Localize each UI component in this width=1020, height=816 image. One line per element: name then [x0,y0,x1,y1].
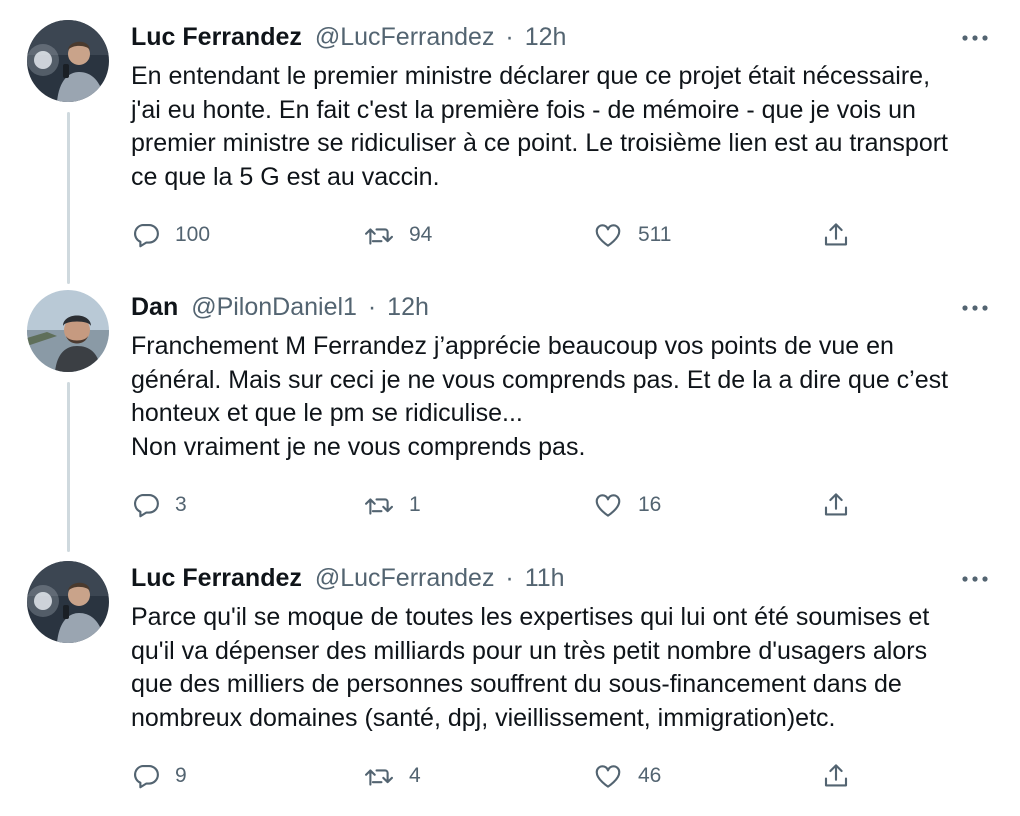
tweet-text-line: Non vraiment je ne vous comprends pas. [131,432,586,461]
tweet[interactable]: Luc Ferrandez @LucFerrandez · 11h Parce … [0,561,1020,801]
share-icon [820,220,852,250]
like-button[interactable]: 16 [592,485,661,525]
reply-icon [131,220,161,250]
tweet-text-line: premier ministre se ridiculiser à ce poi… [131,129,949,157]
like-count: 46 [638,764,662,787]
reply-icon [131,490,161,520]
retweet-icon [363,220,395,250]
tweet[interactable]: Dan @PilonDaniel1 · 12h Franchement M Fe… [0,290,1020,530]
tweet[interactable]: Luc Ferrandez @LucFerrandez · 12h En ent… [0,20,1020,260]
action-bar: 9 4 46 [131,756,871,796]
share-button[interactable] [820,215,852,255]
share-icon [820,761,852,791]
like-button[interactable]: 511 [592,215,671,255]
retweet-button[interactable]: 4 [363,756,421,796]
heart-icon [592,220,624,250]
share-icon [820,490,852,520]
share-button[interactable] [820,485,852,525]
tweet-text-line: que des milliers de personnes souffrent … [131,670,902,698]
avatar[interactable] [27,290,109,372]
tweet-text-line: honteux et que le pm se ridiculise... [131,399,523,427]
share-button[interactable] [820,756,852,796]
like-button[interactable]: 46 [592,756,661,796]
heart-icon [592,761,624,791]
handle[interactable]: @PilonDaniel1 [191,293,357,321]
tweet-text-line: Parce qu'il se moque de toutes les exper… [131,603,930,631]
tweet-header: Luc Ferrandez @LucFerrandez · 12h [131,22,566,52]
avatar[interactable] [27,20,109,102]
display-name[interactable]: Luc Ferrandez [131,23,302,51]
separator-dot: · [505,564,514,592]
tweet-header: Luc Ferrandez @LucFerrandez · 11h [131,563,565,593]
reply-icon [131,761,161,791]
reply-button[interactable]: 3 [131,485,187,525]
tweet-text-line: général. Mais sur ceci je ne vous compre… [131,365,949,394]
tweet-text-line: Franchement M Ferrandez j’apprécie beauc… [131,332,894,360]
like-count: 16 [638,493,662,516]
separator-dot: · [505,23,514,51]
retweet-icon [363,761,395,791]
tweet-text: Franchement M Ferrandez j’apprécie beauc… [131,330,1001,464]
tweet-text: En entendant le premier ministre déclare… [131,60,1001,194]
retweet-count: 4 [409,764,421,787]
tweet-text-line: En entendant le premier ministre déclare… [131,62,931,90]
tweet-text-line: ce que la 5 G est au vaccin. [131,162,440,191]
retweet-button[interactable]: 94 [363,215,432,255]
tweet-text-line: qu'il va dépenser des milliards pour un … [131,636,928,665]
tweet-text-line: nombreux domaines (santé, dpj, vieilliss… [131,703,836,732]
separator-dot: · [367,293,377,321]
timestamp[interactable]: 12h [387,293,429,321]
heart-icon [592,490,624,520]
more-icon[interactable] [958,569,992,589]
reply-count: 9 [175,764,187,787]
reply-button[interactable]: 9 [131,756,187,796]
handle[interactable]: @LucFerrandez [315,564,495,592]
retweet-icon [363,490,395,520]
retweet-count: 1 [409,493,421,516]
more-icon[interactable] [958,298,992,318]
action-bar: 3 1 16 [131,485,871,525]
display-name[interactable]: Dan [131,293,178,321]
timestamp[interactable]: 12h [525,23,567,51]
reply-button[interactable]: 100 [131,215,210,255]
retweet-button[interactable]: 1 [363,485,421,525]
timestamp[interactable]: 11h [525,564,565,592]
reply-count: 3 [175,493,187,516]
handle[interactable]: @LucFerrandez [315,23,495,51]
tweet-header: Dan @PilonDaniel1 · 12h [131,292,429,322]
tweet-text-line: j'ai eu honte. En fait c'est la première… [131,95,916,124]
retweet-count: 94 [409,223,433,246]
more-icon[interactable] [958,28,992,48]
display-name[interactable]: Luc Ferrandez [131,564,302,592]
action-bar: 100 94 511 [131,215,871,255]
tweet-text: Parce qu'il se moque de toutes les exper… [131,601,1001,735]
avatar[interactable] [27,561,109,643]
reply-count: 100 [175,223,211,246]
like-count: 511 [638,223,672,246]
